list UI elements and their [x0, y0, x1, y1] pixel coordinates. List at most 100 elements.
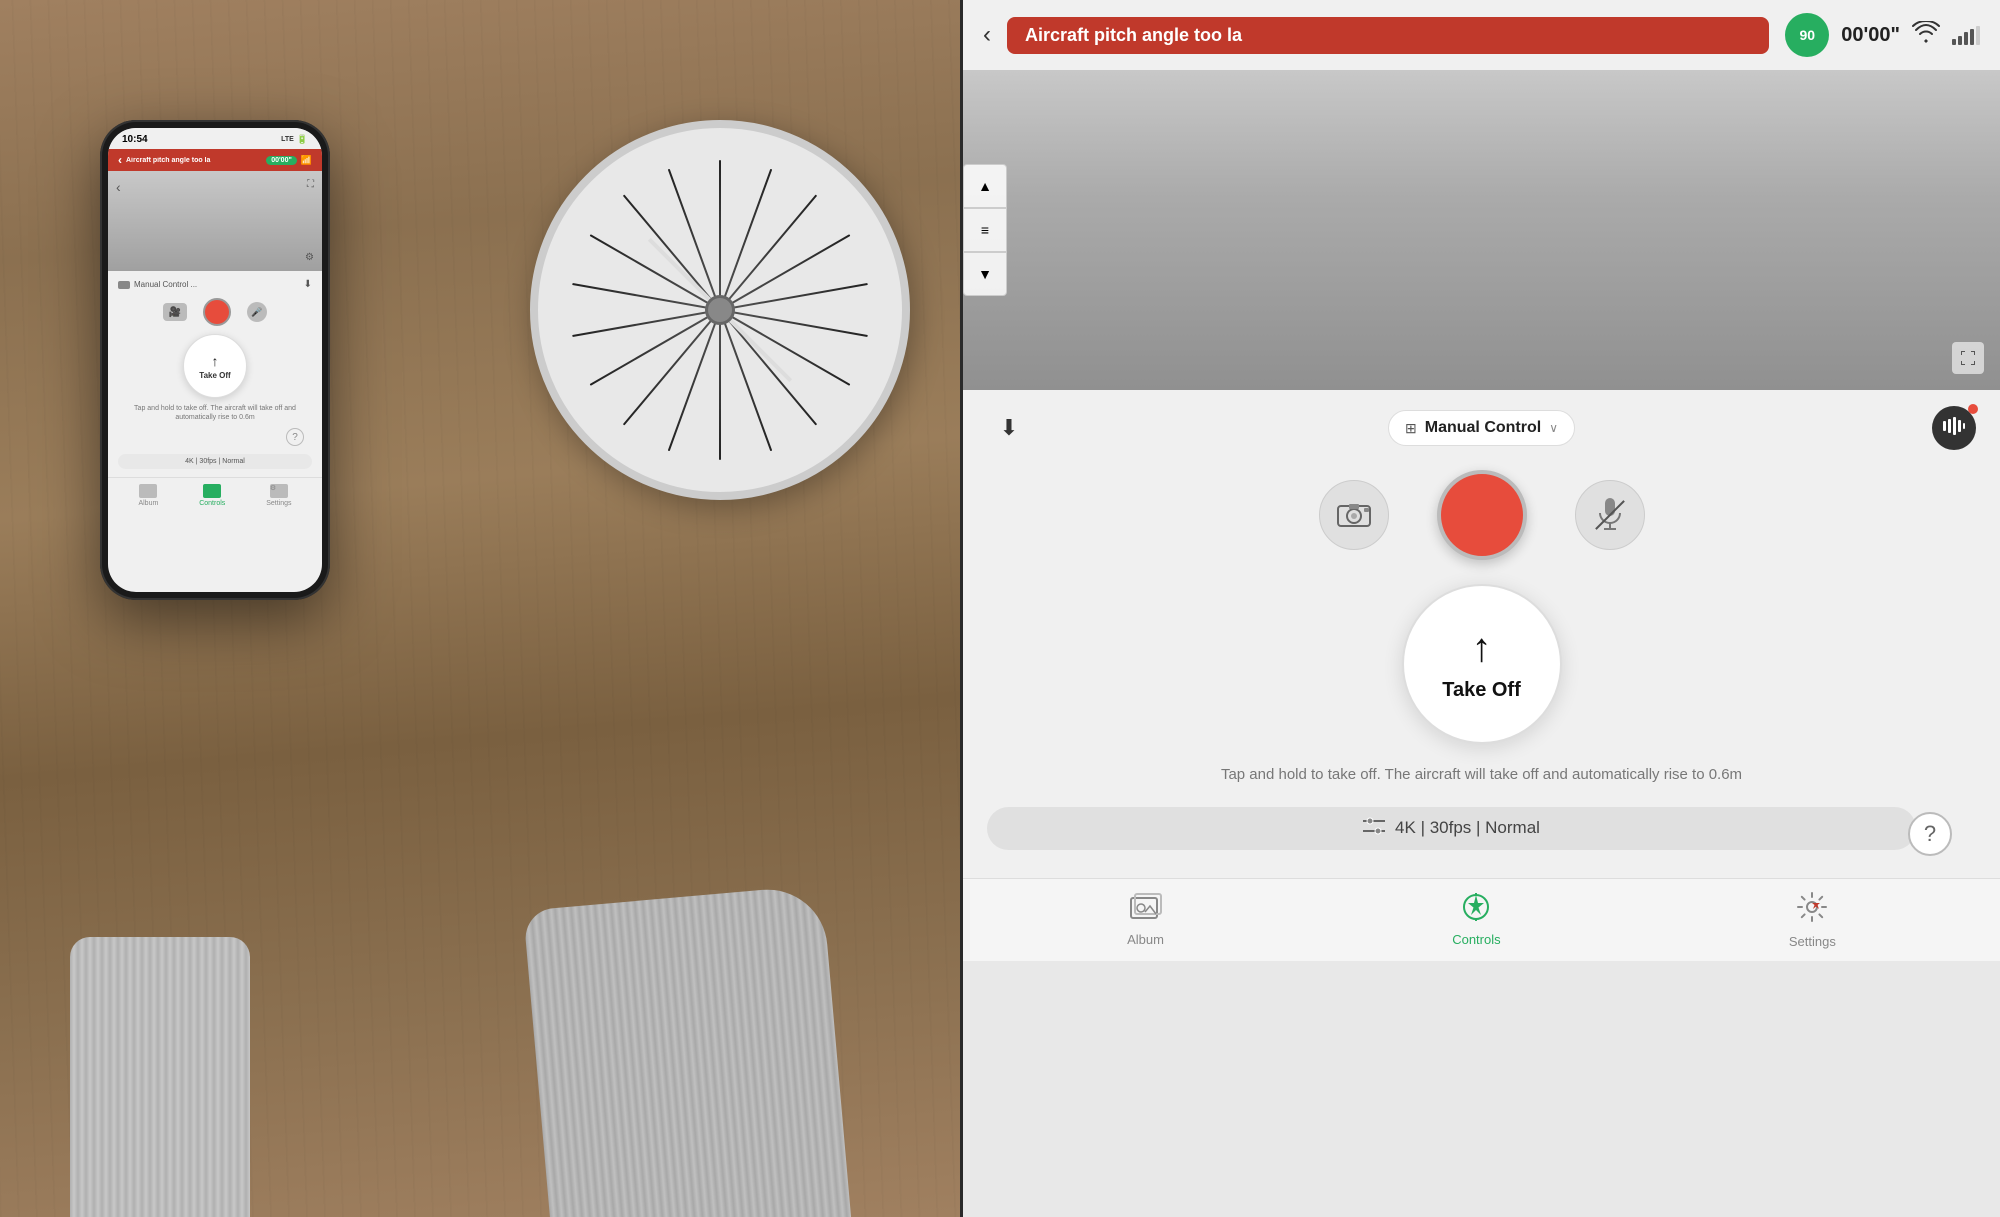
takeoff-section: ↑ Take Off Tap and hold to take off. The…: [987, 584, 1976, 787]
phone-record-btn[interactable]: [203, 298, 231, 326]
phone-cam-btn[interactable]: 🎥: [163, 303, 187, 321]
record-row: [987, 470, 1976, 560]
phone-mic-btn[interactable]: 🎤: [247, 302, 267, 322]
blade-1: [719, 160, 721, 310]
audio-btn[interactable]: [1932, 406, 1976, 450]
phone-screen: 10:54 LTE 🔋 ‹ Aircraft pitch angle too l…: [108, 128, 322, 592]
bar-2: [1958, 36, 1962, 45]
help-button[interactable]: ?: [1908, 812, 1952, 856]
alert-banner: Aircraft pitch angle too la: [1007, 17, 1769, 54]
download-btn[interactable]: ⬇: [987, 406, 1031, 450]
mic-button[interactable]: [1575, 480, 1645, 550]
blade-12: [623, 309, 721, 425]
blade-10: [719, 310, 721, 460]
audio-waves-icon: [1943, 417, 1965, 440]
phone-hint: Tap and hold to take off. The aircraft w…: [118, 404, 312, 422]
mode-text: Manual Control: [1425, 419, 1541, 437]
camera-switch-btn[interactable]: [1319, 480, 1389, 550]
sidebar-down-btn[interactable]: ▼: [963, 252, 1007, 296]
gps-badge: 90: [1785, 13, 1829, 57]
blade-3: [719, 194, 817, 310]
right-panel: ‹ Aircraft pitch angle too la 90 00'00": [963, 0, 2000, 1217]
phone-settings-icon: ⚙: [305, 252, 314, 263]
signal-group: 90 00'00": [1785, 13, 1980, 57]
phone-back-icon: ‹: [118, 153, 122, 167]
takeoff-hint: Tap and hold to take off. The aircraft w…: [1221, 764, 1742, 787]
phone-battery-icon: 🔋: [297, 134, 308, 145]
phone-status-icons: LTE 🔋: [281, 134, 308, 145]
takeoff-label: Take Off: [1442, 679, 1521, 702]
fan-outer-ring: [530, 120, 910, 500]
phone-nav-controls[interactable]: ✈ Controls: [199, 484, 225, 507]
bar-5: [1976, 26, 1980, 45]
controls-icon: [1460, 893, 1492, 928]
nav-controls[interactable]: Controls: [1452, 893, 1500, 947]
phone-mode-icon: [118, 281, 130, 289]
sidebar-menu-btn[interactable]: ≡: [963, 208, 1007, 252]
bar-3: [1964, 32, 1968, 45]
download-arrow-icon: ⬇: [1000, 415, 1018, 441]
phone-settings-label: Settings: [266, 500, 291, 507]
phone-quality-text: 4K | 30fps | Normal: [185, 458, 245, 465]
right-arm-sleeve: [523, 885, 857, 1217]
header-back-btn[interactable]: ‹: [983, 21, 991, 49]
question-mark-icon: ?: [1924, 821, 1936, 847]
phone-album-label: Album: [138, 500, 158, 507]
mode-selector[interactable]: ⊞ Manual Control ∨: [1388, 410, 1575, 446]
blade-11: [668, 310, 721, 452]
phone-camera-preview: ‹ ⛶ ⚙: [108, 171, 322, 271]
phone-lte-icon: LTE: [281, 136, 294, 143]
phone-help-btn[interactable]: ?: [286, 428, 304, 446]
takeoff-button[interactable]: ↑ Take Off: [1402, 584, 1562, 744]
phone-quality-bar[interactable]: 4K | 30fps | Normal: [118, 454, 312, 469]
phone-mode-bar: Manual Control ... ⬇: [118, 279, 312, 290]
phone-bottom-nav: Album ✈ Controls ⚙ Settings: [108, 477, 322, 513]
signal-bars-icon: [1952, 25, 1980, 45]
phone-fullscreen: ⛶: [307, 179, 314, 190]
flight-time: 00'00": [1841, 24, 1900, 47]
phone-settings-icon: ⚙: [270, 484, 288, 498]
controls-top-bar: ⬇ ⊞ Manual Control ∨: [987, 406, 1976, 450]
phone-controls-icon: ✈: [203, 484, 221, 498]
bar-4: [1970, 29, 1974, 45]
phone-nav-album[interactable]: Album: [138, 484, 158, 507]
controls-panel: ⬇ ⊞ Manual Control ∨: [963, 390, 2000, 878]
phone-download-icon: ⬇: [304, 279, 312, 290]
nav-album[interactable]: Album: [1127, 893, 1164, 947]
quality-sliders-icon: [1363, 817, 1385, 840]
album-icon: [1130, 893, 1162, 928]
takeoff-up-icon: ↑: [1472, 626, 1492, 671]
phone-mode-text: Manual Control ...: [134, 280, 197, 289]
wifi-icon: [1912, 21, 1940, 49]
phone-album-icon: [139, 484, 157, 498]
sidebar-controls: ▲ ≡ ▼: [963, 164, 1007, 296]
phone-nav-settings[interactable]: ⚙ Settings: [266, 484, 291, 507]
app-header: ‹ Aircraft pitch angle too la 90 00'00": [963, 0, 2000, 70]
quality-row: 4K | 30fps | Normal ?: [987, 807, 1976, 862]
quality-settings-btn[interactable]: 4K | 30fps | Normal: [987, 807, 1916, 850]
phone-mockup: 10:54 LTE 🔋 ‹ Aircraft pitch angle too l…: [100, 120, 330, 600]
blade-2: [719, 169, 772, 311]
phone-record-row: 🎥 🎤: [118, 298, 312, 326]
blade-9: [719, 310, 772, 452]
phone-takeoff-label: Take Off: [199, 371, 230, 380]
sidebar-up-btn[interactable]: ▲: [963, 164, 1007, 208]
phone-preview-back: ‹: [116, 179, 121, 195]
phone-takeoff-btn[interactable]: ↑ Take Off: [183, 334, 247, 398]
left-arm-sleeve: [70, 937, 250, 1217]
bottom-nav: Album Controls S: [963, 878, 2000, 961]
record-button[interactable]: [1437, 470, 1527, 560]
mode-chevron-icon: ∨: [1549, 421, 1558, 435]
mode-icon: ⊞: [1405, 420, 1417, 437]
nav-settings[interactable]: Settings: [1789, 891, 1836, 949]
camera-preview: ▲ ≡ ▼: [963, 70, 2000, 390]
phone-time: 10:54: [122, 134, 148, 145]
settings-icon: [1796, 891, 1828, 930]
drone-fan: [530, 120, 930, 520]
controls-label: Controls: [1452, 932, 1500, 947]
phone-time-badge: 00'00": [266, 156, 297, 165]
fullscreen-btn[interactable]: [1952, 342, 1984, 374]
audio-dot: [1968, 404, 1978, 414]
phone-takeoff-arrow: ↑: [212, 353, 219, 369]
album-label: Album: [1127, 932, 1164, 947]
